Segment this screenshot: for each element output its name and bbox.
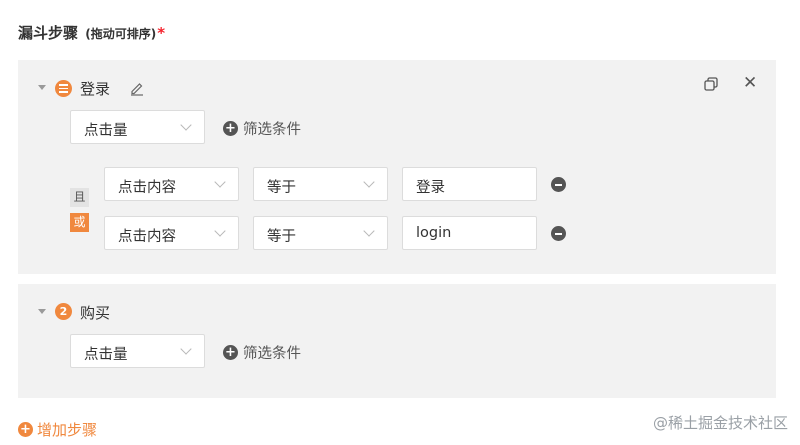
required-mark: * — [157, 24, 166, 42]
close-icon[interactable]: ✕ — [743, 75, 757, 92]
event-select-value: 点击量 — [84, 347, 128, 363]
funnel-steps-title: 漏斗步骤 (拖动可排序)* — [18, 22, 165, 43]
event-select[interactable]: 点击量 — [70, 334, 205, 368]
step-name: 登录 — [80, 80, 111, 98]
minus-circle-icon[interactable] — [551, 177, 566, 192]
chevron-down-icon — [214, 225, 226, 237]
filter-property-value: 点击内容 — [118, 180, 176, 196]
copy-icon[interactable] — [704, 77, 718, 91]
filter-value-input[interactable]: login — [402, 216, 537, 250]
add-filter-label: 筛选条件 — [243, 122, 301, 138]
chevron-down-icon — [363, 176, 375, 188]
filter-property-select[interactable]: 点击内容 — [104, 167, 239, 201]
chevron-down-icon — [214, 176, 226, 188]
filter-property-value: 点击内容 — [118, 229, 176, 245]
add-step-button[interactable]: + 增加步骤 — [18, 419, 97, 440]
event-select[interactable]: 点击量 — [70, 110, 205, 144]
filter-value-text: login — [416, 225, 452, 241]
add-step-label: 增加步骤 — [37, 421, 98, 439]
chevron-down-icon — [180, 119, 192, 131]
event-select-value: 点击量 — [84, 123, 128, 139]
step-card-2[interactable]: 2 购买 点击量 + 筛选条件 — [18, 284, 776, 398]
step-name: 购买 — [80, 304, 111, 322]
filter-value-text: 登录 — [416, 180, 445, 196]
filter-value-input[interactable]: 登录 — [402, 167, 537, 201]
chevron-down-icon — [180, 343, 192, 355]
add-filter-button[interactable]: + 筛选条件 — [223, 118, 301, 139]
logic-and-toggle[interactable]: 且 — [70, 188, 89, 207]
chevron-down-icon — [363, 225, 375, 237]
menu-icon[interactable] — [55, 80, 72, 97]
filter-operator-value: 等于 — [267, 180, 296, 196]
step-number-badge: 2 — [55, 303, 72, 320]
filter-property-select[interactable]: 点击内容 — [104, 216, 239, 250]
filter-operator-value: 等于 — [267, 229, 296, 245]
plus-circle-icon: + — [223, 345, 238, 360]
filter-operator-select[interactable]: 等于 — [253, 216, 388, 250]
add-filter-button[interactable]: + 筛选条件 — [223, 342, 301, 363]
edit-icon[interactable] — [129, 80, 145, 96]
step-card-1[interactable]: 登录 ✕ 点击量 + 筛选条件 且 或 点击内容 等于 登录 点击内容 等于 l… — [18, 60, 776, 274]
watermark: @稀土掘金技术社区 — [652, 414, 788, 432]
logic-or-toggle[interactable]: 或 — [70, 213, 89, 232]
filter-operator-select[interactable]: 等于 — [253, 167, 388, 201]
add-filter-label: 筛选条件 — [243, 346, 301, 362]
plus-circle-icon: + — [223, 121, 238, 136]
minus-circle-icon[interactable] — [551, 226, 566, 241]
title-hint: (拖动可排序) — [85, 27, 157, 41]
caret-down-icon[interactable] — [38, 309, 46, 314]
title-text: 漏斗步骤 — [18, 24, 79, 42]
caret-down-icon[interactable] — [38, 85, 46, 90]
plus-circle-icon: + — [18, 422, 33, 437]
